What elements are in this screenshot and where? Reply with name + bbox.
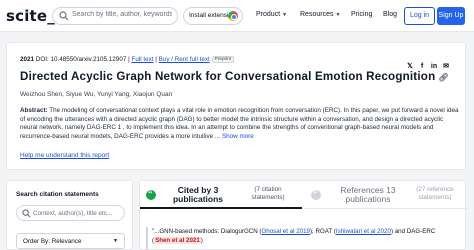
full-text-link[interactable]: Full text: [131, 56, 153, 63]
nav-blog[interactable]: Blog: [383, 11, 397, 18]
link-icon[interactable]: 🔗︎: [438, 73, 448, 82]
show-more-link[interactable]: Show more: [222, 133, 254, 140]
citation-search-input[interactable]: Context, author(s), title etc...: [16, 205, 125, 221]
abstract-label: Abstract:: [20, 107, 48, 114]
tab-cited-by[interactable]: Cited by 3 publications (7 citation stat…: [140, 181, 302, 209]
citations-panel: Cited by 3 publications (7 citation stat…: [139, 180, 467, 250]
paper-doi: DOI: 10.48550/arxiv.2105.12907: [35, 56, 127, 63]
snippet-text: ): [200, 237, 203, 244]
install-extension-button[interactable]: Install extension: [183, 7, 243, 25]
snippet-citation-link[interactable]: Ishiwatari et al 2020: [336, 228, 391, 235]
chevron-down-icon: ▼: [335, 12, 341, 18]
citation-search-panel: Search citation statements Context, auth…: [6, 180, 133, 250]
snippet-citation-link[interactable]: Ghosal et al 2019: [261, 228, 310, 235]
paper-title-text: Directed Acyclic Graph Network for Conve…: [20, 70, 436, 83]
preprint-badge: Preprint: [211, 56, 235, 63]
login-button[interactable]: Log in: [404, 7, 435, 25]
order-by-select[interactable]: Order By: Relevance ▼: [16, 233, 125, 249]
quote-icon: [146, 189, 156, 200]
order-by-value: Order By: Relevance: [23, 238, 82, 245]
nav-pricing[interactable]: Pricing: [351, 11, 372, 18]
help-understand-link[interactable]: Help me understand this report: [20, 152, 109, 159]
nav-resources[interactable]: Resources ▼: [300, 11, 340, 18]
tab-cited-title: Cited by 3 publications: [172, 185, 224, 204]
paper-title: Directed Acyclic Graph Network for Conve…: [20, 70, 449, 83]
chrome-icon: [228, 11, 238, 21]
paper-card: 2021 DOI: 10.48550/arxiv.2105.12907 | Fu…: [6, 42, 466, 170]
paper-year: 2021: [20, 56, 35, 63]
quote-icon: [311, 189, 321, 200]
paper-abstract: Abstract: The modeling of conversational…: [20, 107, 460, 141]
paper-authors: Weizhou Shen, Siyue Wu, Yunyi Yang, Xiao…: [20, 91, 173, 98]
buy-rent-link[interactable]: Buy / Rent full text: [159, 56, 210, 63]
snippet-text: ), RGAT (: [310, 228, 336, 235]
snippet-self-citation[interactable]: Shen et al 2021: [154, 237, 201, 244]
tab-references[interactable]: References 13 publications (27 reference…: [302, 181, 467, 209]
snippet-text: "...GNN-based methods: DialogurGCN (: [152, 228, 262, 235]
tab-refs-sub: (27 reference statements): [416, 186, 454, 201]
search-placeholder: Search by title, author, keywords o...: [72, 11, 172, 18]
scite-logo[interactable]: scite_: [6, 7, 55, 25]
signup-button[interactable]: Sign Up: [437, 7, 465, 25]
paper-meta: 2021 DOI: 10.48550/arxiv.2105.12907 | Fu…: [20, 56, 235, 63]
global-search-input[interactable]: Search by title, author, keywords o...: [52, 7, 178, 25]
search-icon: [59, 11, 69, 21]
nav-product-label: Product: [256, 11, 281, 18]
tab-refs-title: References 13 publications: [340, 185, 396, 204]
chevron-down-icon: ▼: [282, 12, 288, 18]
snippet-divider: [146, 227, 148, 249]
top-navbar: scite_ Search by title, author, keywords…: [0, 0, 474, 32]
citation-search-heading: Search citation statements: [16, 191, 99, 198]
nav-resources-label: Resources: [300, 11, 334, 18]
nav-product[interactable]: Product ▼: [256, 11, 287, 18]
search-icon: [22, 209, 31, 218]
chevron-down-icon: ▼: [113, 238, 118, 244]
citation-search-placeholder: Context, author(s), title etc...: [33, 209, 113, 217]
tab-cited-sub: (7 citation statements): [251, 186, 285, 201]
citation-snippet: "...GNN-based methods: DialogurGCN (Ghos…: [152, 227, 452, 245]
